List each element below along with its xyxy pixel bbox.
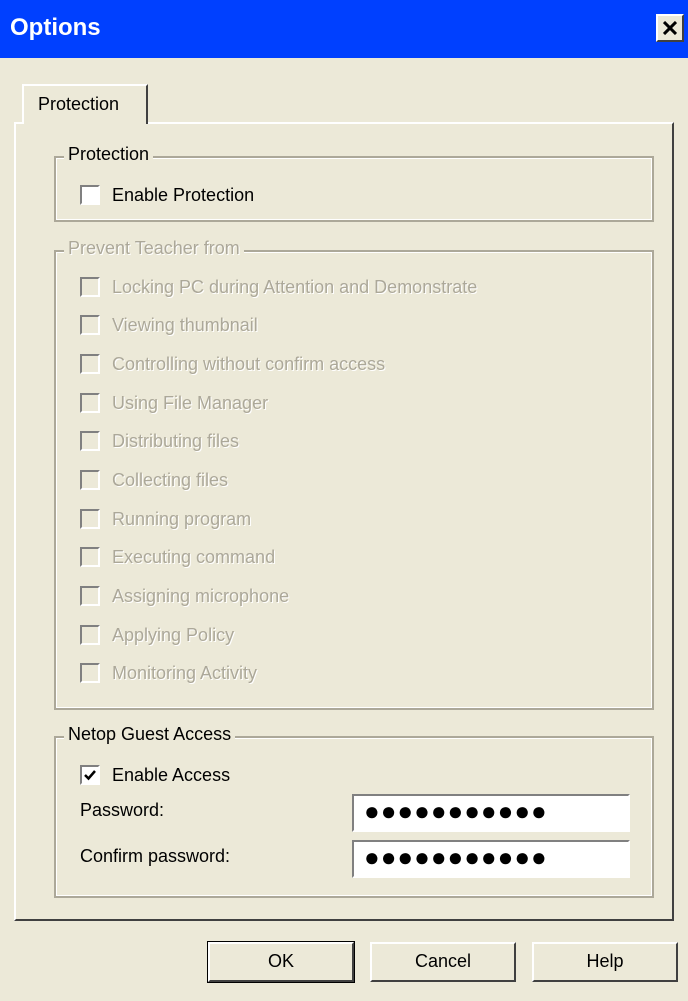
prevent-item-monitoring-activity[interactable]: Monitoring Activity (80, 660, 257, 686)
enable-protection-label: Enable Protection (112, 184, 255, 205)
prevent-item-label: Distributing files (112, 430, 240, 451)
help-button[interactable]: Help (532, 942, 678, 982)
tab-protection[interactable]: Protection (22, 84, 148, 124)
prevent-item-label: Controlling without confirm access (112, 353, 386, 374)
guest-access-group: Netop Guest Access Enable Access Passwor… (54, 724, 654, 898)
prevent-item-viewing-thumbnail[interactable]: Viewing thumbnail (80, 312, 258, 338)
prevent-item-distributing-files[interactable]: Distributing files (80, 428, 239, 454)
prevent-item-label: Using File Manager (112, 392, 269, 413)
checkbox[interactable] (80, 586, 100, 606)
prevent-item-label: Locking PC during Attention and Demonstr… (112, 276, 478, 297)
checkbox[interactable] (80, 277, 100, 297)
checkbox[interactable] (80, 625, 100, 645)
checkbox[interactable] (80, 354, 100, 374)
close-icon (663, 21, 677, 35)
enable-access-checkbox[interactable] (80, 765, 100, 785)
prevent-item-label: Collecting files (112, 469, 229, 490)
close-button[interactable] (656, 14, 684, 42)
enable-protection-checkbox-row[interactable]: Enable Protection (80, 182, 254, 208)
prevent-item-executing-command[interactable]: Executing command (80, 544, 275, 570)
prevent-item-collecting-files[interactable]: Collecting files (80, 467, 228, 493)
prevent-item-applying-policy[interactable]: Applying Policy (80, 622, 234, 648)
checkbox[interactable] (80, 470, 100, 490)
prevent-item-file-manager[interactable]: Using File Manager (80, 390, 268, 416)
checkbox[interactable] (80, 315, 100, 335)
window-title: Options (10, 14, 101, 41)
confirm-password-label: Confirm password: (80, 846, 231, 866)
prevent-item-locking-pc[interactable]: Locking PC during Attention and Demonstr… (80, 274, 477, 300)
checkbox[interactable] (80, 663, 100, 683)
ok-button[interactable]: OK (207, 941, 355, 983)
protection-group: Protection Enable Protection (54, 144, 654, 222)
checkbox[interactable] (80, 547, 100, 567)
prevent-item-label: Applying Policy (112, 624, 235, 645)
prevent-item-label: Monitoring Activity (112, 662, 258, 683)
enable-access-checkbox-row[interactable]: Enable Access (80, 762, 230, 788)
prevent-item-controlling[interactable]: Controlling without confirm access (80, 351, 385, 377)
tab-protection-label: Protection (38, 94, 120, 114)
checkbox[interactable] (80, 509, 100, 529)
prevent-item-label: Running program (112, 508, 252, 529)
prevent-item-label: Viewing thumbnail (112, 314, 258, 335)
checkbox[interactable] (80, 431, 100, 451)
prevent-item-running-program[interactable]: Running program (80, 506, 251, 532)
protection-group-legend: Protection (64, 144, 154, 165)
confirm-password-field[interactable]: ●●●●●●●●●●● (352, 840, 630, 878)
checkmark-icon (84, 770, 96, 781)
tab-panel: Protection Enable Protection Prevent Tea… (14, 122, 674, 921)
enable-access-label: Enable Access (112, 764, 231, 785)
checkbox[interactable] (80, 393, 100, 413)
prevent-item-assigning-microphone[interactable]: Assigning microphone (80, 583, 289, 609)
title-bar[interactable]: Options (0, 0, 688, 58)
guest-access-group-legend: Netop Guest Access (64, 724, 236, 745)
enable-protection-checkbox[interactable] (80, 185, 100, 205)
prevent-item-label: Executing command (112, 546, 276, 567)
cancel-button[interactable]: Cancel (370, 942, 516, 982)
password-field[interactable]: ●●●●●●●●●●● (352, 794, 630, 832)
prevent-teacher-group: Prevent Teacher from Locking PC during A… (54, 238, 654, 710)
prevent-teacher-group-legend: Prevent Teacher from (64, 238, 244, 259)
password-label: Password: (80, 800, 165, 820)
prevent-item-label: Assigning microphone (112, 585, 290, 606)
